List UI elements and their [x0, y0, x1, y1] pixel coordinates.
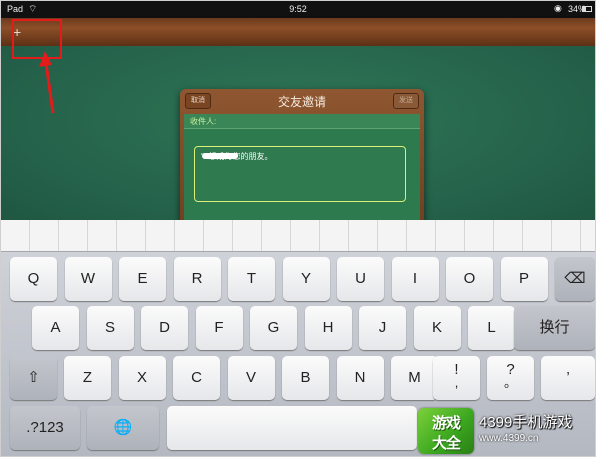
top-toolbar — [1, 18, 595, 46]
watermark: 游戏 大全 4399手机游戏 www.4399.cn — [418, 405, 594, 456]
ipad-screen: Pad ⌔ 9:52 ◉ 34% + 交友邀请 取消 发送 收件人: “ ”想成… — [0, 0, 596, 457]
battery-level — [583, 7, 586, 11]
numbers-key[interactable]: .?123 — [10, 406, 80, 450]
key-c[interactable]: C — [173, 356, 220, 400]
recipient-field[interactable]: 收件人: — [184, 114, 420, 129]
question-period-key[interactable]: ?。 — [487, 356, 534, 400]
key-a[interactable]: A — [32, 306, 79, 350]
key-n[interactable]: N — [336, 356, 384, 400]
key-h[interactable]: H — [304, 306, 352, 350]
globe-icon[interactable]: 🌐 — [87, 406, 159, 450]
recipient-label: 收件人: — [190, 117, 217, 126]
key-i[interactable]: I — [391, 257, 439, 301]
dialog-title: 交友邀请 — [277, 95, 326, 109]
key-g[interactable]: G — [250, 306, 297, 350]
shift-key[interactable]: ⇧ — [10, 356, 57, 400]
key-m[interactable]: M — [391, 356, 438, 400]
key-j[interactable]: J — [359, 306, 406, 350]
key-top-char: ! — [454, 361, 459, 378]
key-w[interactable]: W — [64, 257, 112, 301]
key-e[interactable]: E — [119, 257, 166, 301]
highlight-box — [12, 19, 62, 59]
game-logo: 游戏 大全 — [418, 408, 474, 454]
key-u[interactable]: U — [337, 257, 384, 301]
key-bottom-char: 。 — [503, 375, 517, 390]
key-top-char: ? — [506, 361, 515, 378]
key-x[interactable]: X — [118, 356, 166, 400]
redacted-name — [202, 153, 238, 159]
key-q[interactable]: Q — [10, 257, 57, 301]
site-url: www.4399.cn — [479, 433, 539, 444]
apostrophe-key[interactable]: ’ — [541, 356, 595, 400]
key-t[interactable]: T — [228, 257, 275, 301]
key-r[interactable]: R — [173, 257, 221, 301]
backspace-key[interactable]: ⌫ — [555, 257, 595, 301]
key-bottom-char: , — [454, 375, 459, 390]
key-s[interactable]: S — [86, 306, 134, 350]
status-bar: Pad ⌔ 9:52 ◉ 34% — [1, 1, 595, 18]
exclamation-comma-key[interactable]: !, — [433, 356, 480, 400]
key-k[interactable]: K — [413, 306, 461, 350]
return-key[interactable]: 换行 — [514, 306, 595, 350]
candidate-bar — [1, 220, 595, 252]
key-b[interactable]: B — [282, 356, 329, 400]
cancel-button[interactable]: 取消 — [185, 93, 211, 109]
space-bar[interactable] — [167, 406, 417, 450]
battery-icon — [582, 6, 592, 12]
site-name: 4399手机游戏 — [479, 414, 573, 431]
key-y[interactable]: Y — [282, 257, 330, 301]
key-o[interactable]: O — [446, 257, 493, 301]
key-z[interactable]: Z — [64, 356, 111, 400]
key-f[interactable]: F — [195, 306, 243, 350]
friend-request-dialog: 交友邀请 取消 发送 收件人: “ ”想成为您的朋友。 — [180, 89, 424, 229]
key-p[interactable]: P — [500, 257, 548, 301]
logo-line2: 大全 — [431, 435, 461, 452]
key-d[interactable]: D — [141, 306, 188, 350]
clock: 9:52 — [289, 4, 307, 14]
logo-line1: 游戏 — [431, 415, 461, 432]
key-v[interactable]: V — [227, 356, 275, 400]
rotation-lock-icon: ◉ — [554, 3, 562, 13]
message-textarea[interactable]: “ ”想成为您的朋友。 — [194, 146, 406, 202]
dialog-body: 收件人: “ ”想成为您的朋友。 — [184, 114, 420, 229]
send-button[interactable]: 发送 — [393, 93, 419, 109]
key-l[interactable]: L — [468, 306, 515, 350]
